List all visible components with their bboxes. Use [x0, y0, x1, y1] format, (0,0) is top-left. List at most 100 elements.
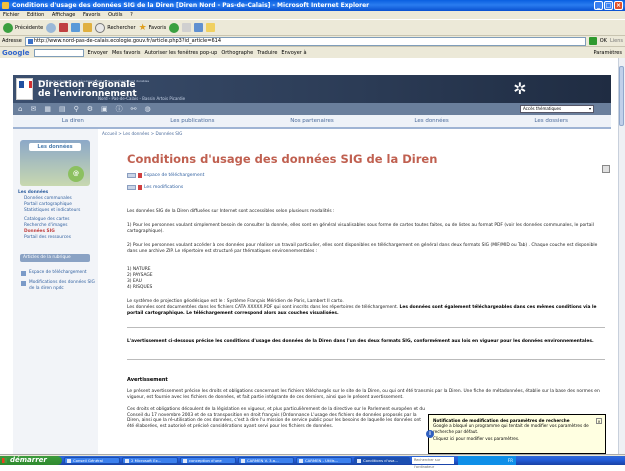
task-conception[interactable]: conception d'une [180, 457, 236, 464]
tools-icon[interactable]: ⚙ [87, 105, 93, 113]
go-button[interactable]: OK [600, 38, 607, 44]
stop-icon[interactable] [59, 23, 69, 32]
theme-paysage: 2) PAYSAGE [127, 273, 153, 278]
main-content: Conditions d'usage des données SIG de la… [102, 137, 612, 454]
article-link-modifications[interactable]: Modifications des données SIG de la dire… [21, 280, 95, 292]
ie-icon [2, 2, 9, 9]
sidebar-item-stats[interactable]: Statistiques et indicateurs [18, 208, 96, 214]
address-bar: Adresse http://www.nord-pas-de-calais.ec… [0, 35, 625, 46]
diren-logo-icon: ✲ [513, 79, 527, 98]
mail-icon[interactable] [182, 23, 192, 32]
google-params[interactable]: Paramètres [593, 50, 622, 56]
favorites-button[interactable]: ★ Favoris [139, 23, 167, 33]
globe-icon[interactable]: ◍ [145, 105, 151, 113]
sidebar-item-ressources[interactable]: Portail des ressources [18, 235, 96, 241]
region-line: Nord - Pas-de-Calais - Bassin Artois Pic… [98, 96, 186, 101]
doc-icon[interactable]: ▣ [101, 105, 108, 113]
google-envoyer-a[interactable]: Envoyer à [281, 50, 306, 56]
task-carmen[interactable]: CARMEN V. 3.a... [238, 457, 294, 464]
page-icon [27, 38, 33, 44]
star-icon: ★ [138, 22, 147, 33]
task-excel[interactable]: 2 Microsoft Ex... [122, 457, 178, 464]
task-conseil[interactable]: Conseil Général [64, 457, 120, 464]
paragraph-projection: Le système de projection géodésique est … [127, 299, 344, 304]
google-ortho[interactable]: Orthographe [221, 50, 253, 56]
home-icon[interactable]: ⌂ [18, 105, 22, 113]
articles-list: Espace de téléchargement Modifications d… [21, 270, 95, 296]
nav-dossiers[interactable]: Les dossiers [491, 118, 611, 124]
divider [127, 359, 605, 360]
minimize-button[interactable]: _ [594, 1, 603, 10]
close-button[interactable]: × [614, 1, 623, 10]
nav-la-diren[interactable]: La diren [13, 118, 133, 124]
links-label[interactable]: Liens [610, 38, 623, 44]
menu-favoris[interactable]: Favoris [83, 12, 101, 18]
article-link-telechargement[interactable]: Espace de téléchargement [21, 270, 95, 276]
nav-partenaires[interactable]: Nos partenaires [252, 118, 372, 124]
search-icon[interactable]: ⚲ [74, 105, 79, 113]
task-conditions[interactable]: Conditions d'usa... [354, 457, 410, 464]
google-traduire[interactable]: Traduire [257, 50, 277, 56]
menu-help[interactable]: ? [130, 12, 133, 18]
print-icon[interactable] [194, 23, 204, 32]
scrollbar-thumb[interactable] [619, 66, 624, 126]
print-icon[interactable] [602, 165, 610, 173]
notification-balloon[interactable]: i × Notification de modification des par… [426, 414, 606, 454]
map-icon[interactable]: ▦ [44, 105, 51, 113]
theme-eau: 3) EAU [127, 279, 142, 284]
nav-donnees[interactable]: Les données [372, 118, 492, 124]
google-envoyer[interactable]: Envoyer [88, 50, 108, 56]
search-button[interactable]: Rechercher [95, 22, 136, 33]
toolbar: Précédente Rechercher ★ Favoris [0, 19, 625, 35]
nav-publications[interactable]: Les publications [133, 118, 253, 124]
info-badge-icon [127, 173, 136, 178]
back-button[interactable]: Précédente [3, 22, 43, 33]
info-badge-icon [127, 185, 136, 190]
warning-intro: L'avertissement ci-dessous précise les c… [127, 339, 594, 344]
articles-heading: Articles de la rubrique [20, 254, 90, 262]
desktop-search-input[interactable]: Rechercher sur l'ordinateur [412, 457, 454, 469]
back-arrow-icon [3, 22, 13, 33]
breadcrumb[interactable]: Accueil > Les données > Données SIG [102, 131, 182, 136]
print-icon[interactable]: ▤ [59, 105, 66, 113]
task-carmen-util[interactable]: CARMEN - Utilis... [296, 457, 352, 464]
link-modifications[interactable]: Les modifications [127, 185, 183, 190]
history-icon[interactable] [169, 22, 180, 33]
google-popup[interactable]: Autoriser les fenêtres pop-up [144, 50, 217, 56]
theme-nature: 1) NATURE [127, 267, 151, 272]
section-logo-icon: @ [68, 166, 84, 182]
google-favoris[interactable]: Mes favoris [112, 50, 140, 56]
menu-fichier[interactable]: Fichier [3, 12, 19, 18]
folder-icon[interactable] [206, 23, 216, 32]
menu-affichage[interactable]: Affichage [52, 12, 76, 18]
section-heading-avertissement: Avertissement [127, 377, 168, 383]
google-logo: Google [2, 48, 30, 57]
refresh-icon[interactable] [71, 23, 81, 32]
start-button[interactable]: démarrer [0, 456, 62, 465]
forward-arrow-icon[interactable] [46, 22, 57, 33]
link-telechargement[interactable]: Espace de téléchargement [127, 173, 204, 178]
maximize-button[interactable]: □ [604, 1, 613, 10]
section-box: Les données @ [20, 140, 90, 186]
window-title: Conditions d'usage des données SIG de la… [12, 2, 370, 9]
go-icon[interactable] [588, 37, 597, 45]
divider [127, 327, 605, 328]
link-icon[interactable]: ⚯ [131, 105, 137, 113]
info-icon: i [426, 430, 434, 438]
google-search-input[interactable] [33, 48, 84, 57]
notification-action[interactable]: Cliquez ici pour modifier vos paramètres… [433, 436, 601, 441]
contact-icon[interactable]: ✉ [30, 105, 36, 113]
paragraph-intro: Les données SIG de la Diren diffusées su… [127, 209, 335, 214]
home-icon[interactable] [83, 23, 93, 32]
google-toolbar: Google Envoyer Mes favoris Autoriser les… [0, 46, 625, 58]
paragraph-droits: Ces droits et obligations découlent de l… [127, 407, 425, 429]
menu-outils[interactable]: Outils [108, 12, 122, 18]
info-icon[interactable]: ⓘ [116, 104, 123, 114]
address-label: Adresse [2, 38, 22, 44]
close-icon[interactable]: × [596, 418, 602, 424]
arrow-badge-icon [138, 185, 142, 190]
address-input[interactable]: http://www.nord-pas-de-calais.ecologie.g… [24, 36, 586, 46]
paragraph-avertissement: Le présent avertissement précise les dro… [127, 389, 600, 400]
menu-edition[interactable]: Edition [27, 12, 44, 18]
thematic-access-select[interactable]: Accès thématiques ▾ [520, 105, 594, 113]
